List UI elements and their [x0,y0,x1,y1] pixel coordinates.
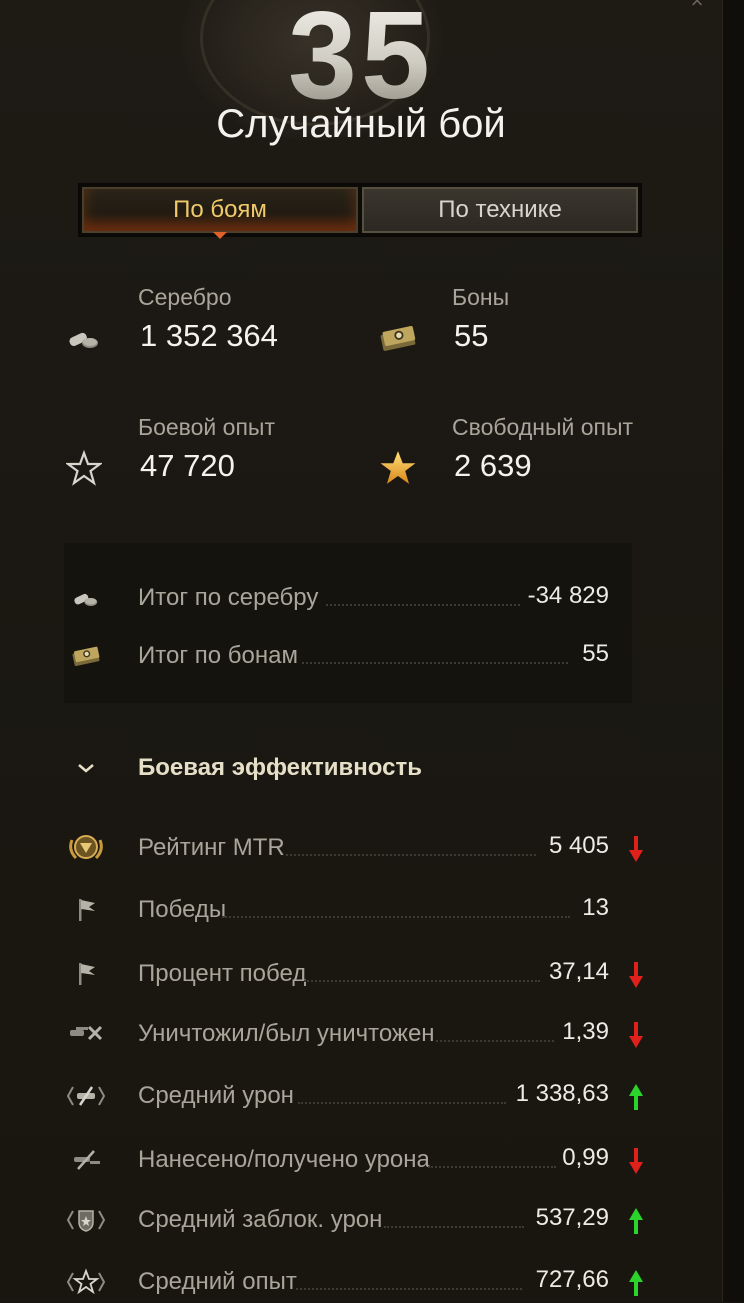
dotted-leader [296,1288,522,1290]
summary-row-silver: Итог по серебру -34 829 [64,578,644,618]
summary-silver-label: Итог по серебру [138,584,319,611]
dotted-leader [222,916,570,918]
damage-ratio-icon [64,1140,108,1180]
trend-down-icon [628,834,644,864]
row-value: 0,99 [562,1144,609,1171]
efficiency-section-title: Боевая эффективность [138,754,422,781]
row-label: Средний урон [138,1082,294,1109]
dotted-leader [428,1166,556,1168]
star-outline-icon [64,448,104,488]
row-label: Победы [138,896,227,923]
row-value: 13 [582,894,609,921]
destroyed-tanks-icon [64,1014,108,1054]
silver-value: 1 352 364 [140,318,278,353]
silver-label: Серебро [138,284,232,310]
summary-silver-value: -34 829 [527,582,609,609]
efficiency-row-blocked-damage: Средний заблок. урон 537,29 [64,1200,644,1240]
free-xp-value: 2 639 [454,448,532,483]
dotted-leader [302,662,568,664]
summary-bonds-value: 55 [582,640,609,667]
damage-icon [64,1076,108,1116]
summary-row-bonds: Итог по бонам 55 [64,636,644,676]
tab-by-vehicles[interactable]: По технике [362,187,638,233]
trend-up-icon [628,1206,644,1236]
summary-box [64,543,632,703]
trend-down-icon [628,960,644,990]
battle-xp-value: 47 720 [140,448,235,483]
trend-down-icon [628,1020,644,1050]
row-value: 5 405 [548,832,609,859]
bonds-icon [378,318,418,358]
battle-xp-label: Боевой опыт [138,414,275,440]
bonds-icon [64,636,108,676]
efficiency-row-avg-damage: Средний урон 1 338,63 [64,1076,644,1116]
trend-up-icon [628,1082,644,1112]
trend-down-icon [628,1146,644,1176]
right-scroll-area [722,0,744,1302]
efficiency-row-avg-xp: Средний опыт 727,66 [64,1262,644,1302]
row-value: 537,29 [535,1204,609,1231]
row-label: Средний опыт [138,1268,297,1295]
trend-up-icon [628,1268,644,1298]
row-label: Рейтинг MTR [138,834,285,861]
flag-icon [64,954,108,994]
chevron-down-icon [74,756,98,780]
efficiency-section-toggle[interactable]: Боевая эффективность [64,750,564,790]
stats-panel: 35 Случайный бой По боям По технике Сере… [0,0,722,1302]
efficiency-row-damage-ratio: Нанесено/получено урона 0,99 [64,1140,644,1180]
row-value: 727,66 [535,1266,609,1293]
row-label: Уничтожил/был уничтожен [138,1020,435,1047]
efficiency-row-wins: Победы 13 [64,890,644,930]
row-value: 1 338,63 [515,1080,609,1107]
tab-by-battles[interactable]: По боям [82,187,358,239]
silver-icon [64,578,108,618]
row-label: Нанесено/получено урона [138,1146,430,1173]
free-xp-label: Свободный опыт [452,414,634,440]
row-value: 37,14 [548,958,609,985]
summary-bonds-label: Итог по бонам [138,642,298,669]
battles-count: 35 [0,0,722,118]
row-label: Средний заблок. урон [138,1206,383,1233]
flag-icon [64,890,108,930]
tab-by-vehicles-label: По технике [438,196,562,223]
mtr-rating-icon [64,828,108,868]
efficiency-row-win-rate: Процент побед 37,14 [64,954,644,994]
row-label: Процент побед [138,960,307,987]
avg-xp-icon [64,1262,108,1302]
blocked-damage-icon [64,1200,108,1240]
silver-icon [64,318,104,358]
view-tabs: По боям По технике [78,183,642,239]
row-value: 1,39 [562,1018,609,1045]
battle-type-title: Случайный бой [216,102,506,146]
dotted-leader [436,1040,554,1042]
dotted-leader [326,604,520,606]
bonds-value: 55 [454,318,489,353]
dotted-leader [304,980,540,982]
bonds-label: Боны [452,284,510,310]
dotted-leader [286,854,536,856]
close-icon[interactable]: × [686,0,708,12]
star-gold-icon [378,448,418,488]
dotted-leader [384,1226,524,1228]
dotted-leader [298,1102,506,1104]
efficiency-row-mtr: Рейтинг MTR 5 405 [64,828,644,868]
active-tab-caret-icon [213,232,227,239]
efficiency-row-kd: Уничтожил/был уничтожен 1,39 [64,1014,644,1054]
tab-by-battles-label: По боям [173,196,267,223]
